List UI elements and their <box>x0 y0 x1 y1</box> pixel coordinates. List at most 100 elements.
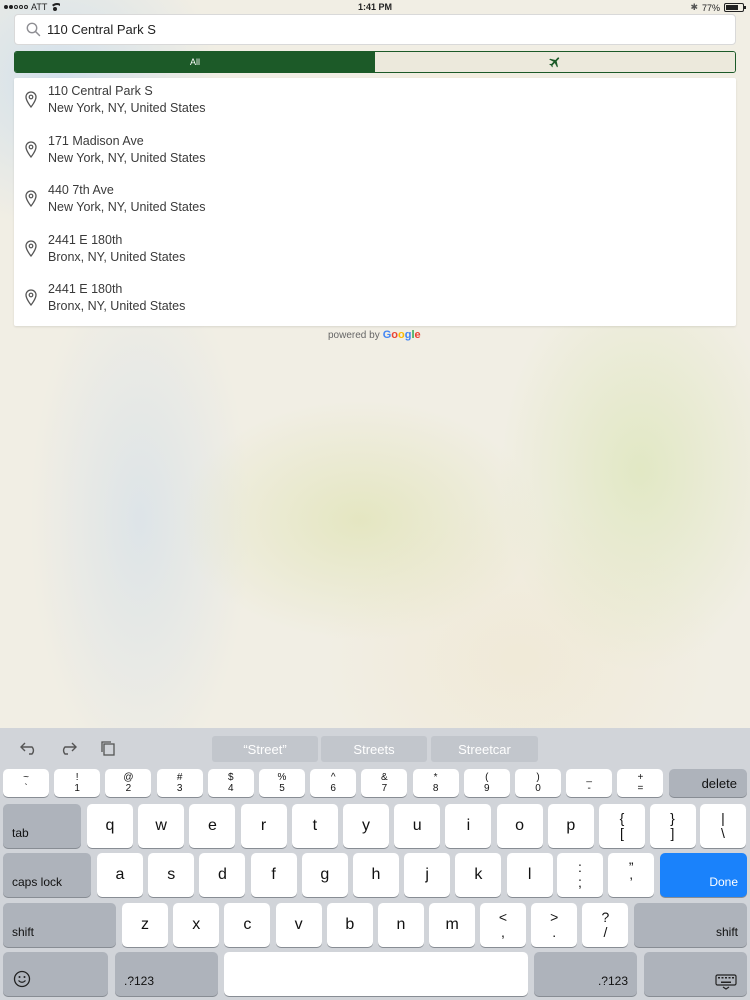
status-right: ✱ 77% <box>690 2 746 13</box>
number-key[interactable]: * 8 <box>412 769 459 797</box>
number-key[interactable]: ! 1 <box>54 769 101 797</box>
search-bar[interactable] <box>14 14 736 45</box>
suggestions-list: 110 Central Park S New York, NY, United S… <box>14 78 736 326</box>
letter-key-n[interactable]: n <box>378 903 424 947</box>
number-key[interactable]: & 7 <box>361 769 408 797</box>
number-key[interactable]: _ - <box>566 769 613 797</box>
letter-key-v[interactable]: v <box>275 903 322 947</box>
letter-key-y[interactable]: y <box>343 804 389 848</box>
carrier-label: ATT <box>31 2 48 12</box>
symbol-key[interactable]: :; <box>557 853 603 897</box>
prediction-3[interactable]: Streetcar <box>431 736 538 762</box>
attribution-prefix: powered by <box>328 330 380 341</box>
symbol-key[interactable]: ? / <box>582 903 629 947</box>
symbol-key[interactable]: >. <box>531 903 578 947</box>
paste-icon[interactable] <box>97 740 119 756</box>
letter-key-d[interactable]: d <box>199 853 246 897</box>
suggestion-locality: New York, NY, United States <box>48 150 206 165</box>
letter-key-t[interactable]: t <box>291 804 338 848</box>
letter-key-j[interactable]: j <box>404 853 451 897</box>
number-key[interactable]: ~ ` <box>3 769 49 797</box>
number-key[interactable]: #3 <box>156 769 203 797</box>
undo-icon[interactable] <box>18 740 40 756</box>
letter-key-l[interactable]: l <box>506 853 553 897</box>
letter-key-q[interactable]: q <box>87 804 133 848</box>
suggestion-locality: New York, NY, United States <box>48 200 206 215</box>
numbers-left-key[interactable]: .?123 <box>115 952 218 996</box>
letter-key-k[interactable]: k <box>455 853 502 897</box>
suggestion-item[interactable]: 2441 E 180th Bronx, NY, United States <box>14 276 736 326</box>
google-attribution: powered by Google <box>328 329 421 341</box>
letter-key-w[interactable]: w <box>138 804 185 848</box>
symbol-key[interactable]: {[ <box>599 804 645 848</box>
prediction-1[interactable]: “Street” <box>212 736 318 762</box>
suggestion-locality: Bronx, NY, United States <box>48 249 186 264</box>
search-input[interactable] <box>47 15 735 44</box>
hide-keyboard-icon <box>715 974 737 990</box>
suggestion-street: 171 Madison Ave <box>48 133 144 148</box>
letter-key-o[interactable]: o <box>496 804 543 848</box>
hide-keyboard-key[interactable] <box>644 952 747 996</box>
letter-key-c[interactable]: c <box>224 903 271 947</box>
prediction-2[interactable]: Streets <box>321 736 427 762</box>
search-icon <box>19 15 47 45</box>
suggestion-street: 2441 E 180th <box>48 282 123 297</box>
map-pin-icon <box>14 282 48 307</box>
letter-key-g[interactable]: g <box>301 853 348 897</box>
suggestion-item[interactable]: 2441 E 180th Bronx, NY, United States <box>14 227 736 277</box>
letter-key-h[interactable]: h <box>353 853 399 897</box>
symbol-key[interactable]: }] <box>649 804 696 848</box>
map-pin-icon <box>14 233 48 257</box>
caps-lock-key[interactable]: caps lock <box>3 853 91 897</box>
symbol-key[interactable]: ”’ <box>608 853 655 897</box>
number-key[interactable]: (9 <box>463 769 510 797</box>
map-pin-icon <box>14 84 48 108</box>
number-key[interactable]: ^ 6 <box>310 769 357 797</box>
letter-key-m[interactable]: m <box>429 903 476 947</box>
suggestion-street: 2441 E 180th <box>48 232 123 247</box>
space-key[interactable] <box>224 952 528 996</box>
number-key[interactable]: $4 <box>207 769 254 797</box>
wifi-icon <box>50 3 61 11</box>
emoji-key[interactable] <box>3 952 108 996</box>
letter-key-z[interactable]: z <box>122 903 168 947</box>
number-key[interactable]: + = <box>617 769 664 797</box>
tab-key[interactable]: tab <box>3 804 81 848</box>
shift-right-key[interactable]: shift <box>634 903 747 947</box>
battery-icon <box>724 3 746 12</box>
suggestion-locality: Bronx, NY, United States <box>48 299 186 314</box>
airplane-icon <box>549 57 560 68</box>
on-screen-keyboard: “Street” Streets Streetcar delete tab ca… <box>0 728 750 1000</box>
tab-airports[interactable] <box>375 52 735 72</box>
tab-all[interactable]: All <box>15 52 375 72</box>
suggestion-item[interactable]: 171 Madison Ave New York, NY, United Stat… <box>14 128 736 178</box>
letter-key-p[interactable]: p <box>547 804 594 848</box>
symbol-key[interactable]: | \ <box>700 804 746 848</box>
status-bar: ATT 1:41 PM ✱ 77% <box>0 0 750 14</box>
suggestion-item[interactable]: 440 7th Ave New York, NY, United States <box>14 177 736 227</box>
letter-key-e[interactable]: e <box>189 804 236 848</box>
shift-left-key[interactable]: shift <box>3 903 116 947</box>
map-pin-icon <box>14 183 48 208</box>
suggestion-street: 110 Central Park S <box>48 84 153 98</box>
letter-key-r[interactable]: r <box>240 804 287 848</box>
suggestion-item[interactable]: 110 Central Park S New York, NY, United S… <box>14 78 736 128</box>
map-pin-icon <box>14 134 48 158</box>
letter-key-f[interactable]: f <box>250 853 297 897</box>
delete-key[interactable]: delete <box>669 769 747 797</box>
suggestion-street: 440 7th Ave <box>48 183 114 198</box>
number-key[interactable]: % 5 <box>259 769 305 797</box>
letter-key-b[interactable]: b <box>326 903 373 947</box>
done-key[interactable]: Done <box>660 853 747 897</box>
letter-key-s[interactable]: s <box>148 853 195 897</box>
letter-key-a[interactable]: a <box>97 853 143 897</box>
letter-key-i[interactable]: i <box>445 804 492 848</box>
number-key[interactable]: ) 0 <box>515 769 561 797</box>
symbol-key[interactable]: <, <box>480 903 526 947</box>
letter-key-x[interactable]: x <box>173 903 220 947</box>
numbers-right-key[interactable]: .?123 <box>534 952 637 996</box>
letter-key-u[interactable]: u <box>394 804 441 848</box>
bluetooth-icon: ✱ <box>690 2 698 12</box>
number-key[interactable]: @2 <box>105 769 152 797</box>
redo-icon[interactable] <box>57 740 79 756</box>
